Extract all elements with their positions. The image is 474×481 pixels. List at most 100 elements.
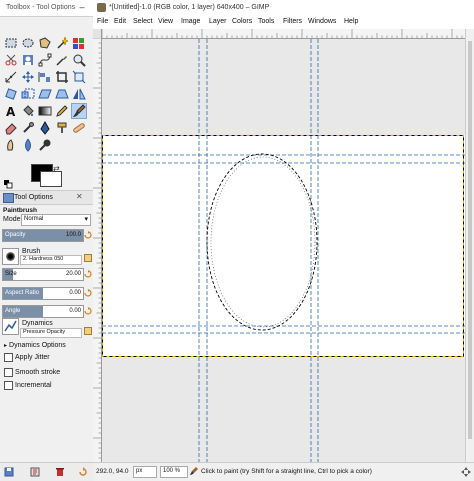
minimize-icon[interactable]: – bbox=[75, 1, 89, 14]
align-tool-icon[interactable] bbox=[38, 70, 52, 84]
tool-name: Paintbrush bbox=[3, 207, 37, 214]
menu-layer[interactable]: Layer bbox=[209, 18, 227, 25]
ellipse-select-tool-icon[interactable] bbox=[21, 36, 35, 50]
menu-image[interactable]: Image bbox=[181, 18, 200, 25]
text-tool-icon[interactable]: A bbox=[4, 104, 18, 118]
angle-label: Angle bbox=[5, 308, 21, 314]
menu-filters[interactable]: Filters bbox=[283, 18, 302, 25]
delete-options-icon[interactable] bbox=[55, 467, 65, 477]
blend-tool-icon[interactable] bbox=[38, 104, 52, 118]
dynamics-preview[interactable] bbox=[2, 318, 19, 335]
reset-options-icon[interactable] bbox=[78, 467, 88, 477]
dynamics-icon bbox=[4, 320, 17, 332]
unified-transform-tool-icon[interactable] bbox=[72, 70, 86, 84]
scissors-select-tool-icon[interactable] bbox=[4, 53, 18, 67]
reset-angle-icon[interactable] bbox=[84, 307, 92, 315]
incremental-checkbox[interactable] bbox=[4, 381, 13, 390]
opacity-label: Opacity bbox=[5, 232, 26, 238]
eraser-tool-icon[interactable] bbox=[4, 121, 18, 135]
bucket-fill-tool-icon[interactable] bbox=[21, 104, 35, 118]
heal-tool-icon[interactable] bbox=[72, 121, 86, 135]
tool-options-tab-label: Tool Options bbox=[14, 194, 53, 201]
rotate-tool-icon[interactable] bbox=[4, 87, 18, 101]
zoom-tool-icon[interactable] bbox=[72, 53, 86, 67]
flip-tool-icon[interactable] bbox=[72, 87, 86, 101]
crop-tool-icon[interactable] bbox=[55, 70, 69, 84]
reset-colors-icon[interactable] bbox=[4, 180, 13, 189]
menu-help[interactable]: Help bbox=[344, 18, 358, 25]
blur-tool-icon[interactable] bbox=[21, 138, 35, 152]
menu-windows[interactable]: Windows bbox=[308, 18, 336, 25]
free-select-tool-icon[interactable] bbox=[38, 36, 52, 50]
save-options-icon[interactable] bbox=[4, 467, 14, 477]
vertical-ruler[interactable] bbox=[93, 38, 102, 462]
dodge-burn-tool-icon[interactable] bbox=[38, 138, 52, 152]
canvas-area[interactable] bbox=[102, 39, 465, 462]
paintbrush-status-icon bbox=[190, 467, 198, 475]
pencil-tool-icon[interactable] bbox=[55, 104, 69, 118]
rect-select-tool-icon[interactable] bbox=[4, 36, 18, 50]
reset-aspect-ratio-icon[interactable] bbox=[84, 289, 92, 297]
horizontal-ruler[interactable] bbox=[102, 29, 465, 39]
close-tab-icon[interactable]: ✕ bbox=[76, 192, 83, 201]
image-window: *[Untitled]-1.0 (RGB color, 1 layer) 640… bbox=[93, 0, 474, 481]
menu-select[interactable]: Select bbox=[133, 18, 152, 25]
aspect-ratio-slider[interactable]: Aspect Ratio 0.00 bbox=[2, 287, 84, 300]
brush-name-field[interactable]: 2. Hardness 050 bbox=[20, 255, 82, 265]
scale-tool-icon[interactable] bbox=[21, 87, 35, 101]
airbrush-tool-icon[interactable] bbox=[21, 121, 35, 135]
edit-brush-icon[interactable] bbox=[84, 254, 92, 262]
menu-colors[interactable]: Colors bbox=[232, 18, 252, 25]
image-canvas[interactable] bbox=[102, 39, 465, 462]
fuzzy-select-tool-icon[interactable] bbox=[55, 36, 69, 50]
navigate-icon[interactable] bbox=[461, 467, 471, 477]
tool-options-tab[interactable]: Tool Options ✕ bbox=[0, 190, 93, 205]
measure-tool-icon[interactable] bbox=[4, 70, 18, 84]
menu-file[interactable]: File bbox=[97, 18, 108, 25]
select-by-color-tool-icon[interactable] bbox=[72, 36, 86, 50]
foreground-select-tool-icon[interactable] bbox=[21, 53, 35, 67]
shear-tool-icon[interactable] bbox=[38, 87, 52, 101]
size-slider[interactable]: Size 20.00 bbox=[2, 268, 84, 281]
angle-slider[interactable]: Angle 0.00 bbox=[2, 305, 84, 318]
pointer-coordinates: 292.0, 94.0 bbox=[96, 468, 129, 475]
dynamics-name-field[interactable]: Pressure Opacity bbox=[20, 328, 82, 338]
smooth-stroke-checkbox[interactable] bbox=[4, 368, 13, 377]
paths-tool-icon[interactable] bbox=[38, 53, 52, 67]
brush-name: 2. Hardness 050 bbox=[23, 256, 64, 262]
toolbox-title-bar[interactable]: Toolbox - Tool Options – bbox=[0, 0, 93, 17]
menu-view[interactable]: View bbox=[158, 18, 173, 25]
menu-edit[interactable]: Edit bbox=[114, 18, 126, 25]
ink-tool-icon[interactable] bbox=[38, 121, 52, 135]
image-layer bbox=[102, 135, 465, 357]
paintbrush-tool-icon[interactable] bbox=[71, 103, 87, 119]
swap-colors-icon[interactable]: ⇄ bbox=[53, 164, 60, 173]
move-tool-icon[interactable] bbox=[21, 70, 35, 84]
clone-tool-icon[interactable] bbox=[55, 121, 69, 135]
perspective-tool-icon[interactable] bbox=[55, 87, 69, 101]
opacity-slider[interactable]: Opacity 100.0 bbox=[2, 229, 84, 242]
scrollbar-thumb[interactable] bbox=[468, 41, 472, 439]
dynamics-label: Dynamics bbox=[22, 320, 53, 327]
unit-value: px bbox=[136, 468, 143, 474]
background-color-swatch[interactable] bbox=[40, 171, 62, 187]
smudge-tool-icon[interactable] bbox=[4, 138, 18, 152]
edit-dynamics-icon[interactable] bbox=[84, 327, 92, 335]
aspect-ratio-label: Aspect Ratio bbox=[5, 290, 40, 296]
brush-preview[interactable] bbox=[2, 248, 19, 265]
image-window-title-bar[interactable]: *[Untitled]-1.0 (RGB color, 1 layer) 640… bbox=[93, 0, 474, 16]
color-picker-tool-icon[interactable] bbox=[55, 53, 69, 67]
reset-size-icon[interactable] bbox=[84, 270, 92, 278]
restore-options-icon[interactable] bbox=[30, 467, 40, 477]
vertical-scrollbar[interactable] bbox=[465, 29, 474, 462]
reset-opacity-icon[interactable] bbox=[84, 231, 92, 239]
zoom-select[interactable]: 100 % bbox=[160, 466, 188, 478]
apply-jitter-checkbox[interactable] bbox=[4, 353, 13, 362]
dynamics-options-expander[interactable]: ▸ Dynamics Options bbox=[4, 342, 66, 349]
mode-value: Normal bbox=[24, 216, 44, 222]
mode-select[interactable]: Normal ▾ bbox=[21, 214, 91, 226]
menu-bar: File Edit Select View Image Layer Colors… bbox=[93, 16, 474, 29]
menu-tools[interactable]: Tools bbox=[258, 18, 274, 25]
unit-select[interactable]: px bbox=[133, 466, 157, 478]
apply-jitter-label: Apply Jitter bbox=[15, 354, 50, 361]
